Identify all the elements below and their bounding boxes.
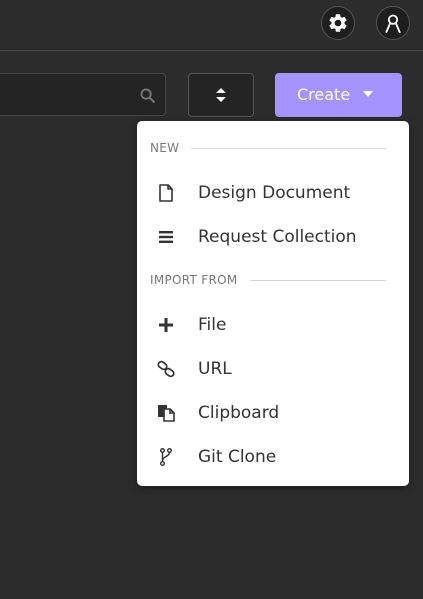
plus-icon	[157, 316, 175, 334]
bars-icon	[157, 228, 175, 246]
create-button[interactable]: Create	[275, 73, 402, 117]
menu-item-label: Design Document	[198, 183, 351, 203]
menu-item-url[interactable]: URL	[137, 347, 409, 391]
menu-item-label: File	[198, 315, 227, 335]
sort-icon	[216, 88, 226, 102]
section-title: IMPORT FROM	[150, 273, 238, 287]
clipboard-icon	[157, 404, 175, 422]
menu-item-label: Request Collection	[198, 227, 357, 247]
caret-down-icon	[363, 91, 373, 97]
document-icon	[157, 184, 175, 202]
menu-item-clipboard[interactable]: Clipboard	[137, 391, 409, 435]
menu-item-label: URL	[198, 359, 232, 379]
sort-button[interactable]	[188, 73, 254, 117]
account-button[interactable]	[376, 6, 410, 40]
search-icon	[140, 88, 155, 103]
menu-item-design-document[interactable]: Design Document	[137, 171, 409, 215]
divider	[249, 279, 386, 281]
top-bar	[0, 0, 423, 51]
menu-item-label: Clipboard	[198, 403, 280, 423]
section-header-import-from: IMPORT FROM	[150, 273, 386, 287]
search-input[interactable]	[7, 74, 121, 117]
settings-button[interactable]	[321, 6, 355, 40]
create-dropdown-menu: NEW Design Document Request Collection I…	[137, 121, 409, 486]
menu-item-file[interactable]: File	[137, 303, 409, 347]
git-branch-icon	[157, 448, 175, 466]
menu-item-request-collection[interactable]: Request Collection	[137, 215, 409, 259]
section-title: NEW	[150, 141, 180, 155]
gear-icon	[329, 14, 347, 32]
section-header-new: NEW	[150, 141, 386, 155]
menu-item-label: Git Clone	[198, 447, 277, 467]
link-icon	[157, 360, 175, 378]
menu-item-git-clone[interactable]: Git Clone	[137, 435, 409, 479]
search-box[interactable]	[0, 73, 166, 117]
divider	[191, 147, 386, 149]
create-button-label: Create	[297, 85, 351, 104]
user-icon	[385, 14, 401, 33]
